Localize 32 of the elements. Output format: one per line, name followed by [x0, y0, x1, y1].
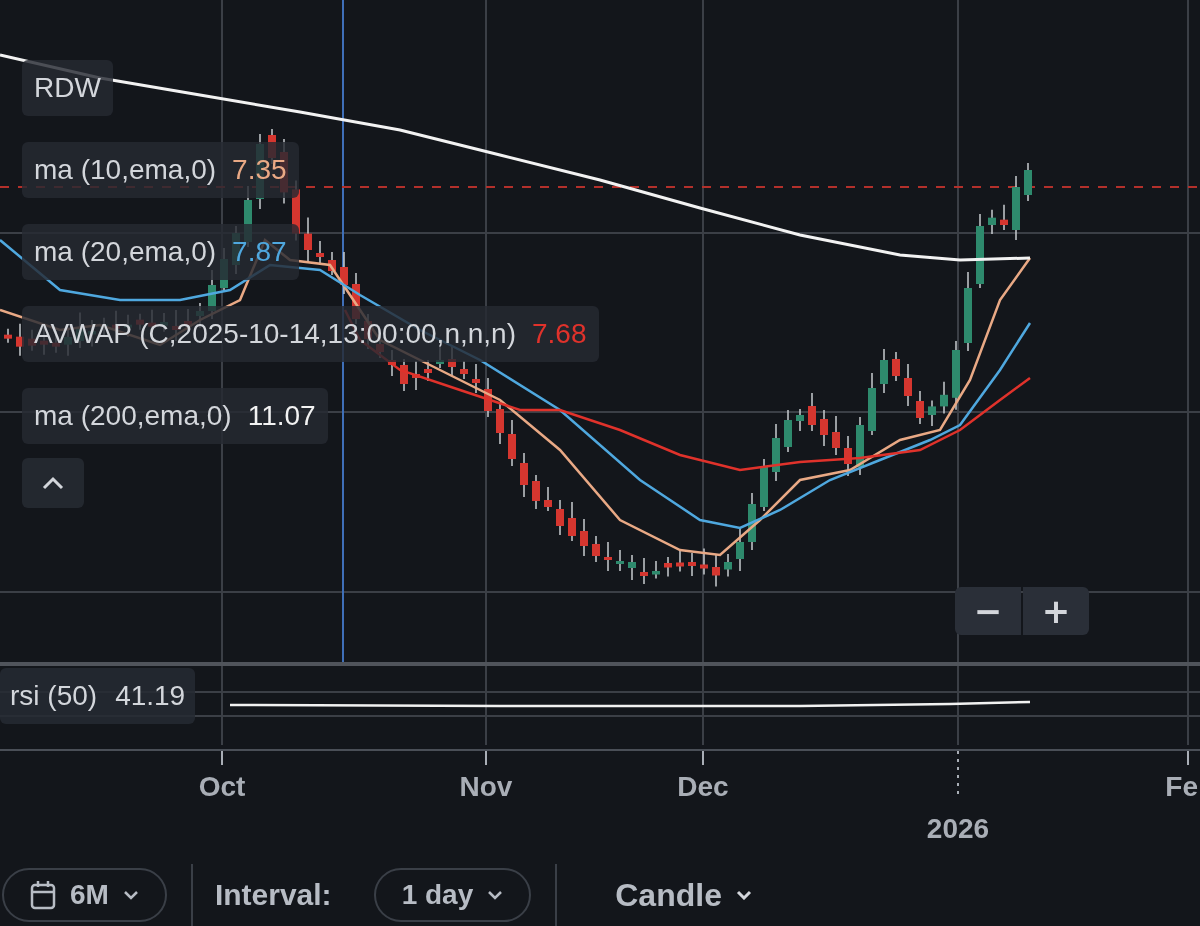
interval-dropdown[interactable]: 1 day: [373, 868, 532, 922]
axis-label: Fe: [1165, 771, 1198, 803]
indicator-value: 11.07: [247, 400, 316, 432]
symbol-label: RDW: [22, 60, 113, 116]
zoom-out-button[interactable]: −: [955, 587, 1021, 635]
indicator-value: 7.35: [232, 154, 287, 186]
indicator-label: AVWAP (C,2025-10-14,13:00:00,n,n,n): [34, 318, 516, 350]
collapse-button[interactable]: [22, 458, 84, 508]
chevron-up-icon: [42, 476, 64, 490]
chevron-down-icon: [122, 890, 139, 900]
indicator-label: ma (10,ema,0): [34, 154, 217, 186]
axis-label: Dec: [677, 771, 729, 803]
axis-tick: [702, 751, 704, 766]
rsi-label: rsi (50): [10, 680, 98, 712]
axis-label: Nov: [459, 771, 513, 803]
chart-type-dropdown[interactable]: Candle: [615, 876, 752, 914]
indicator-label: ma (20,ema,0): [34, 236, 217, 268]
indicator-label: ma (200,ema,0): [34, 400, 232, 432]
axis-label: Oct: [198, 771, 246, 803]
chevron-down-icon: [487, 890, 504, 900]
rsi-value: 41.19: [115, 680, 186, 712]
axis-label: 2026: [926, 813, 990, 845]
range-dropdown[interactable]: 6M: [2, 868, 167, 922]
indicator-value: 7.68: [532, 318, 587, 350]
axis-tick: [485, 751, 487, 766]
interval-label: Interval:: [214, 878, 332, 912]
indicator-value: 7.87: [232, 236, 287, 268]
calendar-icon: [30, 880, 56, 910]
zoom-in-button[interactable]: +: [1023, 587, 1089, 635]
axis-tick: [221, 751, 223, 766]
axis-tick: [1187, 751, 1189, 766]
chevron-down-icon: [735, 890, 752, 900]
